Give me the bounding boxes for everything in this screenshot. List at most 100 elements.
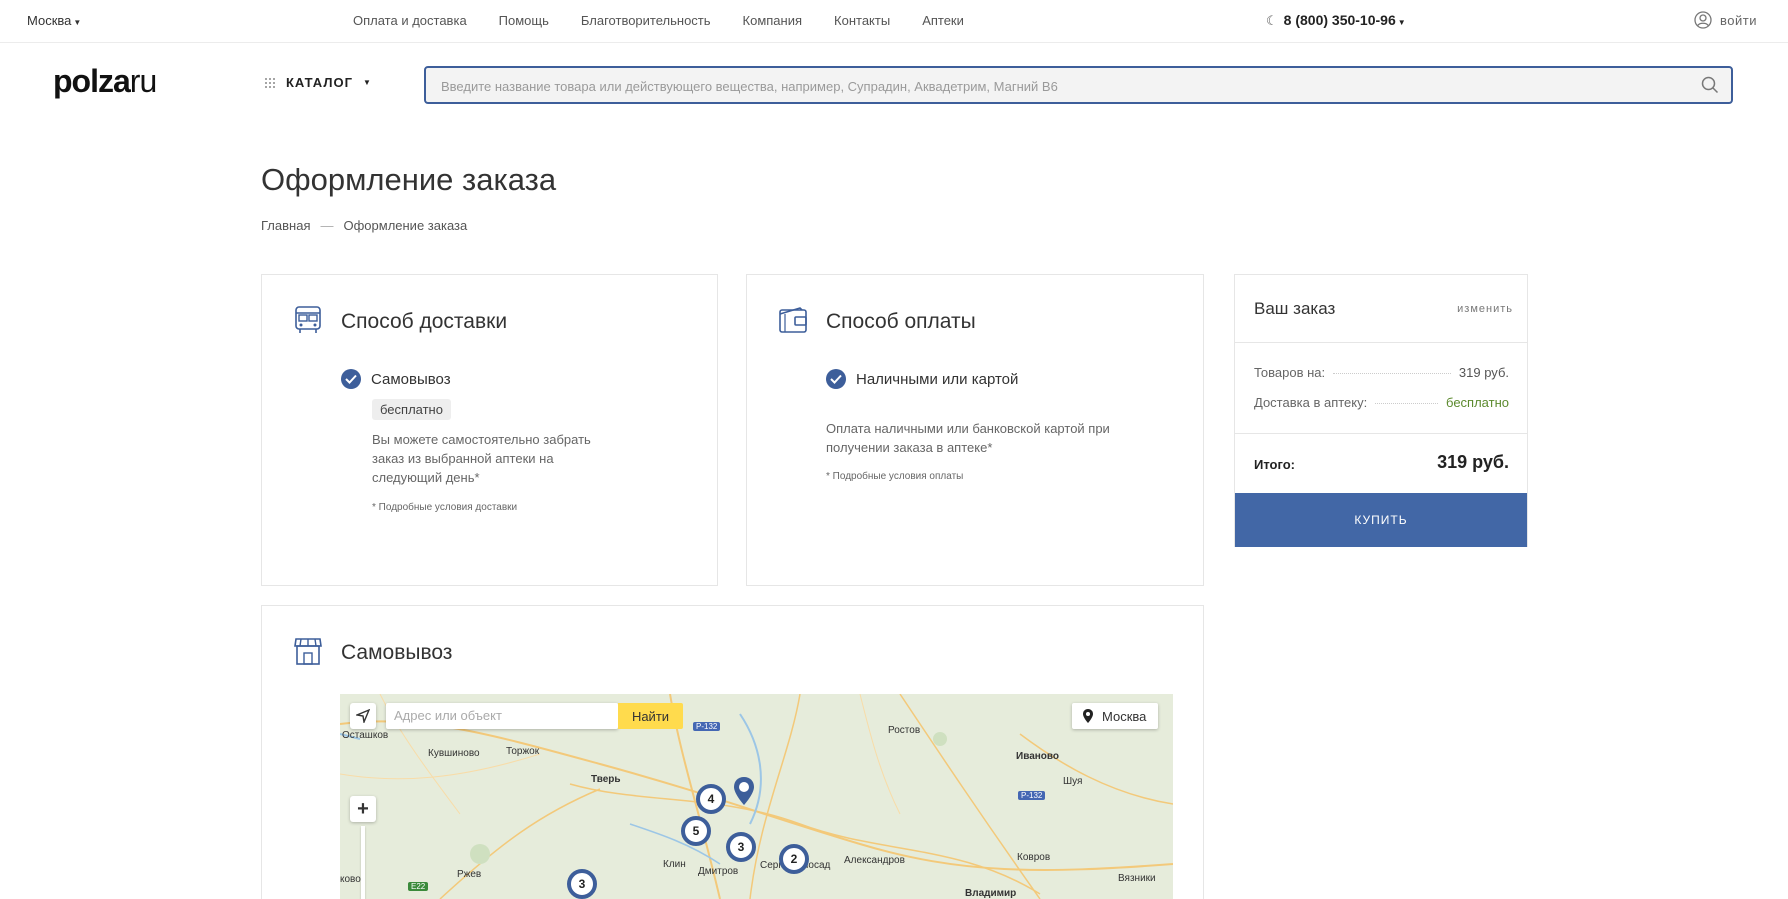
- buy-button[interactable]: КУПИТЬ: [1235, 493, 1527, 547]
- location-arrow-icon: [356, 709, 370, 723]
- goods-total-label: Товаров на:: [1254, 365, 1326, 380]
- breadcrumb-separator: —: [320, 218, 334, 233]
- map-label: Клин: [663, 859, 686, 870]
- dotted-leader: [1333, 373, 1451, 374]
- map-city-label: Москва: [1102, 708, 1147, 724]
- order-summary-title: Ваш заказ: [1254, 299, 1336, 318]
- user-icon: [1694, 11, 1712, 29]
- delivery-option-pickup[interactable]: Самовывоз: [341, 369, 451, 389]
- payment-option-label: Наличными или картой: [856, 370, 1019, 388]
- payment-option-cash-card[interactable]: Наличными или картой: [826, 369, 1018, 389]
- logo[interactable]: polzaru: [53, 63, 157, 100]
- phone-selector[interactable]: ☾ 8 (800) 350-10-96 ▼: [1266, 12, 1406, 29]
- dotted-leader: [1375, 403, 1439, 404]
- map-city-selector[interactable]: Москва: [1072, 703, 1159, 729]
- delivery-description-line: Вы можете самостоятельно забрать: [372, 432, 591, 447]
- search-icon[interactable]: [1701, 76, 1719, 94]
- zoom-in-button[interactable]: +: [350, 796, 376, 822]
- road-sign: E22: [408, 882, 429, 891]
- edit-order-link[interactable]: изменить: [1457, 303, 1513, 315]
- road-sign: Р-132: [1018, 791, 1046, 800]
- store-icon: [294, 638, 322, 665]
- top-nav: Оплата и доставка Помощь Благотворительн…: [353, 13, 996, 28]
- phone-icon: ☾: [1266, 13, 1278, 28]
- map-pin-icon: [1083, 709, 1093, 723]
- map-label: Шуя: [1063, 776, 1083, 787]
- nav-link-pharmacies[interactable]: Аптеки: [922, 13, 964, 28]
- grid-icon: [265, 77, 275, 88]
- map-label: Вязники: [1118, 873, 1156, 884]
- map-find-button[interactable]: Найти: [618, 703, 683, 729]
- order-total-value: 319 руб.: [1437, 452, 1509, 472]
- delivery-cost-label: Доставка в аптеку:: [1254, 395, 1368, 410]
- delivery-description: Вы можете самостоятельно забрать заказ и…: [372, 430, 591, 487]
- payment-description-line: Оплата наличными или банковской картой п…: [826, 421, 1110, 436]
- city-selector[interactable]: Москва ▼: [27, 13, 81, 28]
- map-label: Ржев: [457, 869, 482, 880]
- free-badge: бесплатно: [372, 399, 451, 420]
- pharmacy-marker-icon[interactable]: [732, 776, 756, 806]
- goods-total-value: 319 руб.: [1458, 365, 1509, 380]
- payment-description-line: получении заказа в аптеке*: [826, 440, 993, 455]
- delivery-terms-link[interactable]: * Подробные условия доставки: [372, 502, 517, 513]
- map-label: Иваново: [1016, 751, 1060, 762]
- catalog-button[interactable]: КАТАЛОГ ▼: [264, 75, 372, 90]
- city-label: Москва: [27, 13, 72, 28]
- search-input[interactable]: [441, 76, 1661, 96]
- top-bar: Москва ▼ Оплата и доставка Помощь Благотв…: [0, 0, 1788, 43]
- payment-terms-link[interactable]: * Подробные условия оплаты: [826, 471, 963, 482]
- payment-title: Способ оплаты: [826, 310, 976, 333]
- nav-link-charity[interactable]: Благотворительность: [581, 13, 711, 28]
- delivery-option-label: Самовывоз: [371, 370, 451, 388]
- goods-total-row: Товаров на: 319 руб.: [1254, 365, 1509, 380]
- pickup-title: Самовывоз: [341, 641, 453, 664]
- map-search-input[interactable]: [394, 703, 614, 727]
- nav-link-help[interactable]: Помощь: [499, 13, 549, 28]
- pharmacy-cluster[interactable]: 5: [681, 816, 711, 846]
- order-summary: Ваш заказ изменить Товаров на: 319 руб. …: [1234, 274, 1528, 547]
- nav-link-company[interactable]: Компания: [743, 13, 803, 28]
- delivery-description-line: следующий день*: [372, 470, 480, 485]
- pharmacy-cluster[interactable]: 3: [726, 832, 756, 862]
- search-box: [424, 66, 1733, 104]
- payment-card: Способ оплаты Наличными или картой Оплат…: [746, 274, 1204, 586]
- map-search-box: [386, 703, 618, 729]
- map-label: Владимир: [965, 888, 1017, 899]
- pharmacy-cluster[interactable]: 2: [779, 844, 809, 874]
- nav-link-contacts[interactable]: Контакты: [834, 13, 890, 28]
- delivery-description-line: заказ из выбранной аптеки на: [372, 451, 554, 466]
- chevron-down-icon: ▼: [1397, 18, 1406, 27]
- map-label: Александров: [844, 855, 905, 866]
- logo-suffix: ru: [129, 63, 157, 99]
- pharmacy-map[interactable]: Найти Москва + Осташков Кувшиново Торжок…: [340, 694, 1173, 899]
- delivery-cost-row: Доставка в аптеку: бесплатно: [1254, 395, 1509, 410]
- geolocation-button[interactable]: [350, 703, 376, 729]
- nav-link-payment-delivery[interactable]: Оплата и доставка: [353, 13, 467, 28]
- payment-description: Оплата наличными или банковской картой п…: [826, 419, 1110, 457]
- zoom-slider[interactable]: [361, 826, 365, 899]
- pharmacy-cluster[interactable]: 3: [567, 869, 597, 899]
- map-label: Ростов: [888, 725, 921, 736]
- checkmark-icon: [826, 369, 846, 389]
- map-label: Ковров: [1017, 852, 1051, 863]
- breadcrumb: Главная — Оформление заказа: [261, 218, 467, 233]
- breadcrumb-home[interactable]: Главная: [261, 218, 310, 233]
- wallet-icon: [779, 307, 807, 333]
- login-link[interactable]: войти: [1694, 11, 1757, 29]
- delivery-title: Способ доставки: [341, 310, 508, 333]
- chevron-down-icon: ▼: [73, 18, 82, 27]
- map-label: ково: [340, 874, 361, 885]
- order-summary-header: Ваш заказ изменить: [1235, 275, 1527, 343]
- delivery-card: Способ доставки Самовывоз бесплатно Вы м…: [261, 274, 718, 586]
- pharmacy-cluster[interactable]: 4: [696, 784, 726, 814]
- map-label: Торжок: [506, 746, 540, 757]
- catalog-label: КАТАЛОГ: [286, 75, 353, 90]
- checkmark-icon: [341, 369, 361, 389]
- map-label: Дмитров: [698, 866, 739, 877]
- map-label: Кувшиново: [428, 748, 480, 759]
- logo-text: polza: [53, 63, 131, 99]
- map-label: Осташков: [342, 730, 389, 741]
- page-title: Оформление заказа: [261, 162, 557, 197]
- order-total-label: Итого:: [1254, 457, 1295, 472]
- chevron-down-icon: ▼: [362, 78, 372, 87]
